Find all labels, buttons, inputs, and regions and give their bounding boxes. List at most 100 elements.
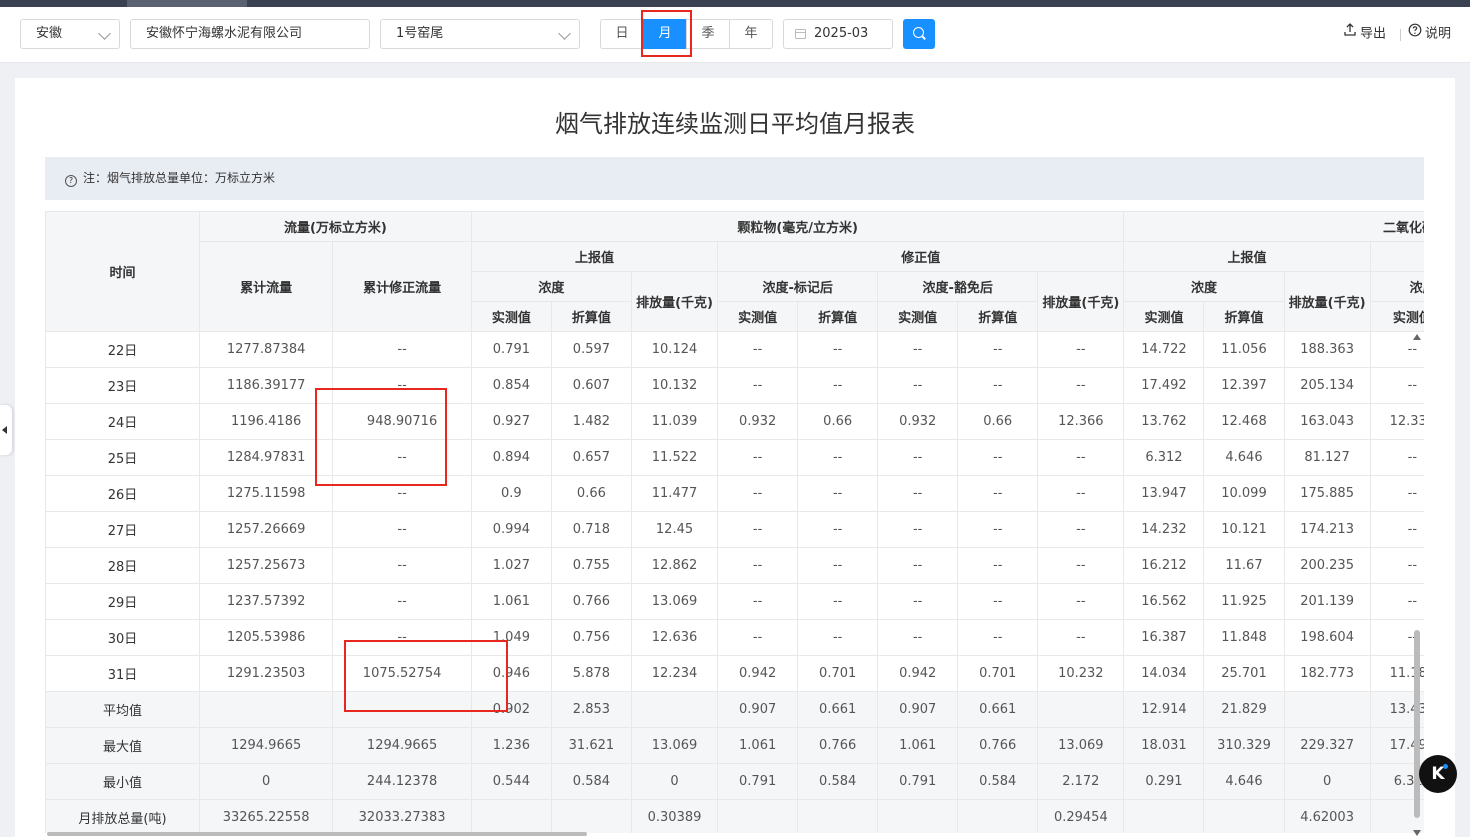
table-cell: 948.90716 — [332, 403, 472, 440]
table-cell: 11.848 — [1203, 619, 1285, 656]
table-cell: -- — [957, 619, 1039, 656]
province-select[interactable]: 安徽 — [20, 19, 120, 49]
table-cell: 0.755 — [550, 547, 632, 584]
search-icon — [913, 27, 924, 38]
table-cell: 1257.26669 — [198, 511, 334, 548]
row-label-cell: 25日 — [45, 439, 200, 476]
table-cell: 0.66 — [957, 403, 1039, 440]
scroll-thumb[interactable] — [1414, 630, 1420, 818]
kiln-select[interactable]: 1号窑尾 — [380, 19, 580, 49]
header-flow-group: 流量(万标立方米) — [198, 211, 472, 242]
table-cell: 1294.9665 — [332, 727, 472, 764]
table-cell: 14.034 — [1123, 655, 1205, 692]
scroll-up-icon[interactable] — [1413, 334, 1421, 340]
report-table-container[interactable]: 时间 流量(万标立方米) 颗粒物(毫克/立方米) 二氧化硫(毫 累计流量 累计修… — [45, 211, 1424, 833]
row-label-cell: 26日 — [45, 475, 200, 512]
table-cell: 0.66 — [797, 403, 879, 440]
table-cell: 0.584 — [957, 763, 1039, 800]
header-so2-concentration: 浓度 — [1123, 271, 1285, 302]
export-button[interactable]: 导出 — [1343, 19, 1386, 49]
table-cell: -- — [797, 367, 879, 404]
table-row: 30日 1205.53986 -- 1.049 0.756 12.636 -- -- -- -- -… — [45, 619, 1424, 656]
summary-row: 最小值 0 244.12378 0.544 0.584 0 0.791 0.584 0.791 0… — [45, 763, 1424, 800]
window-top-strip — [0, 0, 1470, 7]
horizontal-scrollbar[interactable] — [47, 832, 587, 836]
table-cell: -- — [332, 547, 472, 584]
table-cell: -- — [957, 511, 1039, 548]
period-day-button[interactable]: 日 — [600, 19, 644, 49]
table-cell: 0.701 — [797, 655, 879, 692]
table-cell: -- — [957, 331, 1039, 368]
unit-note: ? 注：烟气排放总量单位：万标立方米 — [45, 157, 1424, 200]
scroll-down-icon[interactable] — [1413, 830, 1421, 836]
table-cell — [717, 799, 799, 833]
search-button[interactable] — [903, 19, 935, 49]
header-converted: 折算值 — [1203, 301, 1285, 332]
table-cell: -- — [877, 439, 959, 476]
header-measured: 实测值 — [1123, 301, 1205, 332]
table-cell: 2.172 — [1037, 763, 1125, 800]
table-cell: -- — [957, 547, 1039, 584]
month-date-value: 2025-03 — [814, 26, 869, 41]
table-cell: 1.049 — [470, 619, 552, 656]
table-cell: -- — [1037, 583, 1125, 620]
assistant-float-button[interactable]: K — [1419, 755, 1457, 793]
table-row: 28日 1257.25673 -- 1.027 0.755 12.862 -- -- -- -- -… — [45, 547, 1424, 584]
table-cell: 244.12378 — [332, 763, 472, 800]
row-label-cell: 24日 — [45, 403, 200, 440]
period-quarter-button[interactable]: 季 — [686, 19, 730, 49]
table-cell: 11.039 — [630, 403, 719, 440]
sidebar-collapse-toggle[interactable] — [0, 405, 12, 455]
table-cell: 1257.25673 — [198, 547, 334, 584]
table-cell: 0.932 — [877, 403, 959, 440]
table-cell: -- — [797, 331, 879, 368]
period-year-button[interactable]: 年 — [729, 19, 773, 49]
table-cell: 11.477 — [630, 475, 719, 512]
table-cell: 12.397 — [1203, 367, 1285, 404]
month-date-picker[interactable]: 2025-03 — [783, 19, 893, 49]
table-cell: -- — [877, 619, 959, 656]
table-cell: -- — [877, 367, 959, 404]
question-circle-icon: ? — [65, 175, 77, 187]
row-label-cell: 23日 — [45, 367, 200, 404]
table-cell: 0.791 — [470, 331, 552, 368]
table-cell: 0.718 — [550, 511, 632, 548]
table-cell: 11.925 — [1203, 583, 1285, 620]
help-label: 说明 — [1425, 26, 1452, 42]
table-cell: -- — [717, 331, 799, 368]
table-cell: 310.329 — [1203, 727, 1285, 764]
row-label-cell: 22日 — [45, 331, 200, 368]
table-row: 22日 1277.87384 -- 0.791 0.597 10.124 -- -- -- -- -… — [45, 331, 1424, 368]
active-tab-indicator[interactable] — [127, 0, 247, 7]
table-row: 24日 1196.4186 948.90716 0.927 1.482 11.039 0.9… — [45, 403, 1424, 440]
table-cell: 16.562 — [1123, 583, 1205, 620]
header-pm-conc-exempt: 浓度-豁免后 — [877, 271, 1039, 302]
table-cell: 14.232 — [1123, 511, 1205, 548]
vertical-scrollbar[interactable] — [1413, 332, 1421, 836]
table-cell: 0.607 — [550, 367, 632, 404]
table-cell: -- — [797, 583, 879, 620]
export-label: 导出 — [1360, 26, 1387, 42]
row-label-cell: 最大值 — [45, 727, 200, 764]
period-month-button[interactable]: 月 — [643, 19, 687, 49]
header-measured: 实测值 — [717, 301, 799, 332]
table-cell: 0.927 — [470, 403, 552, 440]
table-cell: 1.061 — [877, 727, 959, 764]
table-cell: 21.829 — [1203, 691, 1285, 728]
table-cell: -- — [717, 583, 799, 620]
header-pm-reported: 上报值 — [470, 241, 719, 272]
company-input[interactable]: 安徽怀宁海螺水泥有限公司 — [130, 19, 370, 49]
table-cell: -- — [877, 331, 959, 368]
table-cell: -- — [957, 439, 1039, 476]
help-button[interactable]: 说明 — [1408, 19, 1451, 49]
table-cell: 32033.27383 — [332, 799, 472, 833]
table-cell: 81.127 — [1283, 439, 1371, 476]
table-cell: -- — [797, 547, 879, 584]
summary-row: 月排放总量(吨) 33265.22558 32033.27383 0.30389 0.2… — [45, 799, 1424, 833]
table-cell: -- — [797, 475, 879, 512]
calendar-icon — [795, 29, 806, 39]
table-cell: 10.099 — [1203, 475, 1285, 512]
table-cell: 16.212 — [1123, 547, 1205, 584]
table-cell: 11.056 — [1203, 331, 1285, 368]
table-cell: 4.62003 — [1283, 799, 1371, 833]
